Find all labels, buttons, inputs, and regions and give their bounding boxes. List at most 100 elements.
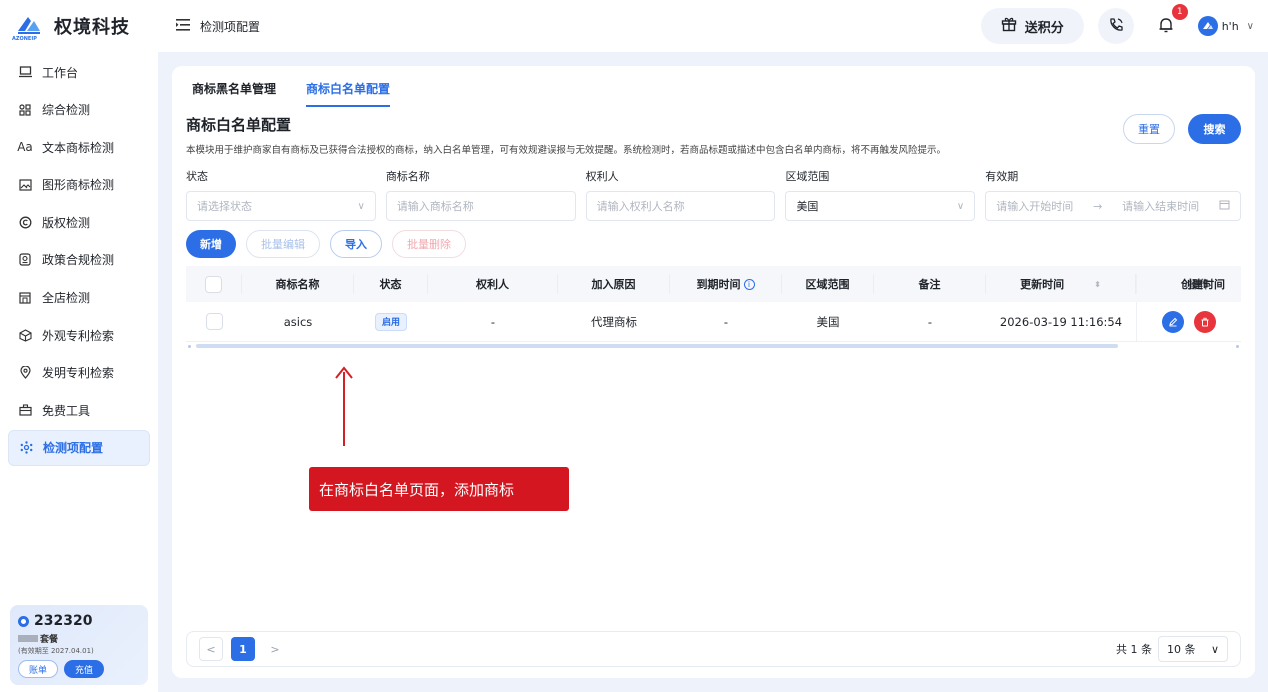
sidebar-item-label: 文本商标检测 xyxy=(42,140,115,155)
sidebar-item-2[interactable]: Aa 文本商标检测 xyxy=(8,129,150,165)
notification-badge: 1 xyxy=(1171,4,1188,20)
col-expiry: 到期时间 i xyxy=(670,274,782,294)
annotation-callout: 在商标白名单页面，添加商标 xyxy=(309,467,569,511)
prev-page-button[interactable]: < xyxy=(199,637,223,661)
cell-reason: 代理商标 xyxy=(591,314,637,329)
sidebar-item-label: 工作台 xyxy=(42,65,79,80)
sidebar-item-4[interactable]: 版权检测 xyxy=(8,204,150,240)
user-name: h'h xyxy=(1221,19,1239,33)
delete-button[interactable] xyxy=(1194,310,1216,333)
gift-label: 送积分 xyxy=(1024,20,1064,36)
gift-points-button[interactable]: 送积分 xyxy=(980,8,1084,44)
col-region: 区域范围 xyxy=(782,274,874,294)
trash-icon xyxy=(1201,317,1209,326)
region-select[interactable]: 美国 ∨ xyxy=(785,191,976,221)
cell-note: - xyxy=(927,314,933,329)
location-icon xyxy=(18,366,32,380)
gift-icon xyxy=(1001,16,1017,36)
sidebar-item-label: 全店检测 xyxy=(42,291,91,306)
batch-delete-button[interactable]: 批量删除 xyxy=(392,230,466,258)
sidebar-item-7[interactable]: 外观专利检索 xyxy=(8,317,150,353)
page-breadcrumb: 检测项配置 xyxy=(200,19,261,34)
sidebar-item-8[interactable]: 发明专利检索 xyxy=(8,355,150,391)
whitelist-table: 商标名称 状态 权利人 加入原因 到期时间 i 区域范围 备注 更新时间 ⬍ 创建时… xyxy=(186,266,1241,348)
sidebar-item-label: 外观专利检索 xyxy=(42,328,115,343)
tab-blacklist[interactable]: 商标黑名单管理 xyxy=(192,80,276,107)
import-button[interactable]: 导入 xyxy=(330,230,382,258)
col-owner: 权利人 xyxy=(428,274,558,294)
reset-button[interactable]: 重置 xyxy=(1123,114,1175,144)
next-page-button[interactable]: > xyxy=(263,637,287,661)
sort-icon[interactable]: ⬍ xyxy=(1094,280,1101,289)
page-title: 商标白名单配置 xyxy=(186,116,292,134)
chevron-down-icon: ∨ xyxy=(357,200,365,212)
plan-redacted xyxy=(18,635,38,642)
sidebar-item-0[interactable]: 工作台 xyxy=(8,54,150,90)
user-menu[interactable]: h'h ∨ xyxy=(1197,16,1254,36)
brand-logo-icon: AZONEIP xyxy=(12,11,44,42)
info-icon[interactable]: i xyxy=(743,278,755,290)
sidebar-item-label: 综合检测 xyxy=(42,103,91,118)
sidebar-item-label: 检测项配置 xyxy=(43,441,104,456)
col-updated[interactable]: 更新时间 ⬍ xyxy=(986,274,1136,294)
recharge-button[interactable]: 充值 xyxy=(64,660,104,678)
menu-toggle-icon[interactable] xyxy=(176,18,190,34)
chevron-down-icon: ∨ xyxy=(956,200,965,212)
phone-button[interactable] xyxy=(1097,8,1134,44)
status-select[interactable]: 请选择状态 ∨ xyxy=(186,191,376,221)
end-date-placeholder[interactable]: 请输入结束时间 xyxy=(1122,198,1199,214)
sidebar-item-6[interactable]: 全店检测 xyxy=(8,280,150,316)
filter-bar: 状态 请选择状态 ∨ 商标名称 请输入商标名称 权利人 请输入权利人名称 区域范… xyxy=(186,168,1241,221)
validity-filter-label: 有效期 xyxy=(985,170,1019,183)
sidebar-item-label: 图形商标检测 xyxy=(42,178,115,193)
page-size-value: 10 条 xyxy=(1167,643,1196,656)
page-number[interactable]: 1 xyxy=(231,637,255,661)
image-icon xyxy=(18,178,32,192)
sidebar-item-label: 免费工具 xyxy=(42,403,91,418)
cell-owner: - xyxy=(490,314,496,329)
owner-filter-label: 权利人 xyxy=(585,170,619,183)
cell-region: 美国 xyxy=(816,314,840,329)
copyright-icon xyxy=(18,215,32,229)
row-checkbox[interactable] xyxy=(205,313,223,330)
edit-icon xyxy=(1169,317,1178,326)
scroll-left-dot xyxy=(188,345,191,348)
select-all-checkbox[interactable] xyxy=(205,275,222,293)
page-size-select[interactable]: 10 条 ∨ xyxy=(1158,636,1228,662)
horizontal-scrollbar[interactable] xyxy=(196,344,1118,348)
total-count: 共 1 条 xyxy=(1116,643,1152,656)
start-date-placeholder[interactable]: 请输入开始时间 xyxy=(996,198,1073,214)
edit-button[interactable] xyxy=(1162,310,1184,333)
annotation-arrow xyxy=(343,372,345,446)
add-button[interactable]: 新增 xyxy=(186,230,236,258)
sidebar-item-10[interactable]: 检测项配置 xyxy=(8,429,150,466)
bill-button[interactable]: 账单 xyxy=(18,660,58,678)
action-bar: 新增 批量编辑 导入 批量删除 xyxy=(186,230,466,258)
avatar xyxy=(1197,16,1218,36)
batch-edit-button[interactable]: 批量编辑 xyxy=(246,230,320,258)
text-icon: Aa xyxy=(17,140,33,155)
sidebar-item-5[interactable]: 政策合规检测 xyxy=(8,242,150,278)
cube-icon xyxy=(18,328,32,342)
trademark-name-input[interactable]: 请输入商标名称 xyxy=(385,191,576,221)
phone-icon xyxy=(1108,17,1124,36)
pagination: < 1 > 共 1 条 10 条 ∨ xyxy=(186,631,1241,667)
sidebar: AZONEIP 权境科技 工作台综合检测 Aa 文本商标检测 图形商标检测 版权检测政策… xyxy=(0,0,158,692)
chevron-down-icon: ∨ xyxy=(1210,642,1219,656)
owner-input[interactable]: 请输入权利人名称 xyxy=(585,191,776,221)
top-header: 检测项配置 送积分 1 h'h ∨ xyxy=(158,0,1268,52)
sidebar-item-3[interactable]: 图形商标检测 xyxy=(8,167,150,203)
tab-whitelist[interactable]: 商标白名单配置 xyxy=(306,80,391,107)
settings-icon xyxy=(19,441,33,455)
notification-button[interactable]: 1 xyxy=(1148,4,1188,44)
table-row: asics 启用 - 代理商标 - 美国 - 2026-03-19 11:16:… xyxy=(186,302,1241,342)
search-button[interactable]: 搜索 xyxy=(1188,114,1241,144)
sidebar-item-1[interactable]: 综合检测 xyxy=(8,92,150,128)
sidebar-item-9[interactable]: 免费工具 xyxy=(8,392,150,428)
brand-logo-text: AZONEIP xyxy=(12,36,37,42)
col-operation-overlap: 操作 xyxy=(1188,278,1210,291)
validity-date-range[interactable]: 请输入开始时间 → 请输入结束时间 xyxy=(985,191,1241,221)
region-filter-label: 区域范围 xyxy=(785,170,830,183)
sidebar-item-label: 版权检测 xyxy=(42,215,91,230)
brand[interactable]: AZONEIP 权境科技 xyxy=(0,0,158,52)
